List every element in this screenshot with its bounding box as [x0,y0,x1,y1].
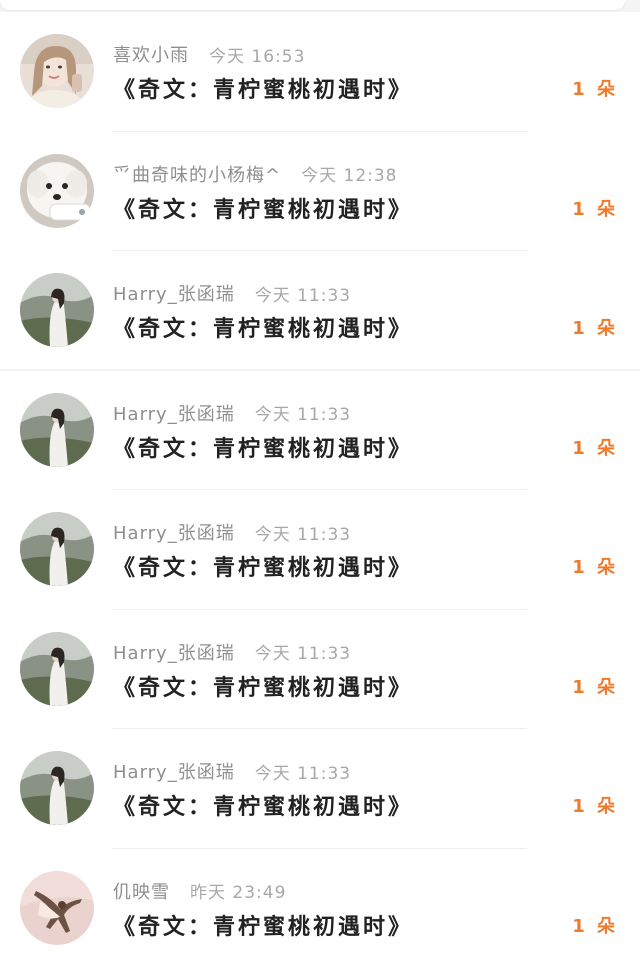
gift-title: 《奇文：青柠蜜桃初遇时》 [113,550,413,582]
flower-count: 1 朵 [572,75,618,101]
list-item[interactable]: Harry_张函瑞 今天 11:33 《奇文：青柠蜜桃初遇时》 1 朵 [0,490,640,610]
list-item[interactable]: 爫曲奇味的小杨梅^ 今天 12:38 《奇文：青柠蜜桃初遇时》 1 朵 [0,132,640,252]
message-time: 今天 11:33 [255,520,351,545]
gift-title: 《奇文：青柠蜜桃初遇时》 [113,192,413,224]
sender-name[interactable]: Harry_张函瑞 [113,519,235,545]
gift-message-list: 喜欢小雨 今天 16:53 《奇文：青柠蜜桃初遇时》 1 朵 爫曲奇味的小杨梅^… [0,12,640,968]
message-meta: 喜欢小雨 今天 16:53 [113,42,305,66]
flower-count: 1 朵 [572,195,618,221]
message-time: 昨天 23:49 [190,878,286,903]
gift-title: 《奇文：青柠蜜桃初遇时》 [113,789,413,821]
message-time: 今天 11:33 [255,281,351,306]
message-time: 今天 11:33 [255,759,351,784]
flower-count: 1 朵 [572,434,618,460]
gift-title: 《奇文：青柠蜜桃初遇时》 [113,431,413,463]
message-meta: 仉映雪 昨天 23:49 [113,879,286,903]
user-avatar[interactable] [20,632,94,706]
user-avatar[interactable] [20,393,94,467]
gift-title: 《奇文：青柠蜜桃初遇时》 [113,670,413,702]
user-avatar[interactable] [20,154,94,228]
message-meta: Harry_张函瑞 今天 11:33 [113,759,351,783]
user-avatar[interactable] [20,512,94,586]
user-avatar[interactable] [20,273,94,347]
message-meta: Harry_张函瑞 今天 11:33 [113,401,351,425]
message-meta: Harry_张函瑞 今天 11:33 [113,640,351,664]
list-item[interactable]: Harry_张函瑞 今天 11:33 《奇文：青柠蜜桃初遇时》 1 朵 [0,251,640,371]
card-edge [0,0,625,10]
sender-name[interactable]: Harry_张函瑞 [113,280,235,306]
top-card-edge [0,0,640,12]
gift-title: 《奇文：青柠蜜桃初遇时》 [113,311,413,343]
message-meta: Harry_张函瑞 今天 11:33 [113,520,351,544]
sender-name[interactable]: Harry_张函瑞 [113,639,235,665]
flower-count: 1 朵 [572,912,618,938]
message-meta: Harry_张函瑞 今天 11:33 [113,281,351,305]
message-time: 今天 11:33 [255,639,351,664]
user-avatar[interactable] [20,871,94,945]
list-item[interactable]: Harry_张函瑞 今天 11:33 《奇文：青柠蜜桃初遇时》 1 朵 [0,729,640,849]
list-item[interactable]: Harry_张函瑞 今天 11:33 《奇文：青柠蜜桃初遇时》 1 朵 [0,371,640,491]
flower-count: 1 朵 [572,673,618,699]
gift-title: 《奇文：青柠蜜桃初遇时》 [113,72,413,104]
list-item[interactable]: 喜欢小雨 今天 16:53 《奇文：青柠蜜桃初遇时》 1 朵 [0,12,640,132]
flower-count: 1 朵 [572,792,618,818]
message-meta: 爫曲奇味的小杨梅^ 今天 12:38 [113,162,398,186]
flower-count: 1 朵 [572,314,618,340]
message-time: 今天 11:33 [255,400,351,425]
sender-name[interactable]: Harry_张函瑞 [113,400,235,426]
list-item[interactable]: 仉映雪 昨天 23:49 《奇文：青柠蜜桃初遇时》 1 朵 [0,849,640,968]
sender-name[interactable]: 喜欢小雨 [113,41,189,67]
flower-count: 1 朵 [572,553,618,579]
gift-title: 《奇文：青柠蜜桃初遇时》 [113,909,413,941]
sender-name[interactable]: 爫曲奇味的小杨梅^ [113,161,281,187]
sender-name[interactable]: Harry_张函瑞 [113,758,235,784]
message-time: 今天 12:38 [301,161,397,186]
message-time: 今天 16:53 [209,42,305,67]
user-avatar[interactable] [20,34,94,108]
user-avatar[interactable] [20,751,94,825]
sender-name[interactable]: 仉映雪 [113,878,170,904]
list-item[interactable]: Harry_张函瑞 今天 11:33 《奇文：青柠蜜桃初遇时》 1 朵 [0,610,640,730]
